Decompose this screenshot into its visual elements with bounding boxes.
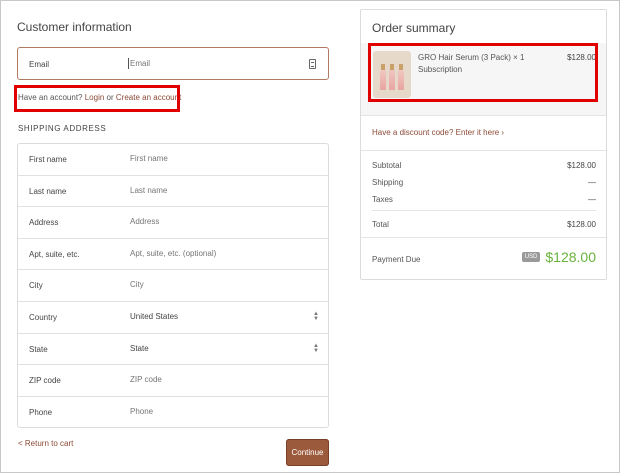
zip-label: ZIP code (29, 376, 61, 386)
payment-due-row: Payment Due USD $128.00 (372, 249, 596, 265)
subtotal-value: $128.00 (567, 161, 596, 170)
account-highlight-box (14, 85, 180, 112)
payment-due-amount: $128.00 (545, 249, 596, 265)
apt-suite-label: Apt, suite, etc. (29, 249, 80, 259)
country-label: Country (29, 313, 58, 322)
shipping-label: Shipping (372, 178, 404, 187)
state-value: State (130, 343, 149, 353)
divider (361, 115, 606, 116)
select-updown-icon: ▲ ▼ (313, 342, 319, 354)
state-label: State (29, 344, 48, 354)
subtotal-label: Subtotal (372, 161, 402, 170)
discount-code-link[interactable]: Have a discount code? Enter it here › (372, 128, 504, 137)
total-row: Total $128.00 (372, 220, 596, 229)
phone-label: Phone (29, 407, 53, 417)
address-row[interactable]: Address (18, 207, 328, 239)
city-input[interactable] (130, 280, 300, 290)
apt-suite-row[interactable]: Apt, suite, etc. (18, 239, 328, 271)
payment-due-label: Payment Due (372, 255, 421, 264)
last-name-label: Last name (29, 186, 67, 196)
taxes-value: — (588, 195, 596, 204)
taxes-row: Taxes — (372, 195, 596, 204)
email-field[interactable]: Email (17, 47, 329, 80)
country-value: United States (130, 312, 179, 321)
shipping-row: Shipping — (372, 178, 596, 187)
country-select[interactable]: Country United States ▲ ▼ (18, 302, 328, 334)
total-label: Total (372, 220, 389, 229)
zip-row[interactable]: ZIP code (18, 365, 328, 397)
customer-info-title: Customer information (17, 20, 132, 34)
chevron-right-icon: › (501, 128, 505, 137)
contact-card-icon (309, 59, 316, 69)
continue-button[interactable]: Continue (286, 439, 329, 466)
phone-row[interactable]: Phone (18, 397, 328, 429)
shipping-address-title: SHIPPING ADDRESS (18, 124, 107, 133)
shipping-form: First name Last name Address Apt, suite,… (17, 143, 329, 428)
last-name-input[interactable] (130, 185, 300, 195)
select-updown-icon: ▲ ▼ (313, 311, 319, 322)
taxes-label: Taxes (372, 195, 393, 204)
divider (372, 210, 596, 211)
order-summary-title: Order summary (372, 21, 456, 35)
phone-input[interactable] (130, 406, 300, 416)
first-name-label: First name (29, 155, 67, 164)
email-label: Email (29, 60, 50, 69)
state-select[interactable]: State State ▲ ▼ (18, 334, 328, 366)
city-row[interactable]: City (18, 270, 328, 302)
zip-input[interactable] (130, 375, 300, 385)
divider (361, 237, 606, 238)
last-name-row[interactable]: Last name (18, 176, 328, 208)
address-label: Address (29, 218, 59, 228)
first-name-row[interactable]: First name (18, 144, 328, 176)
return-to-cart-link[interactable]: < Return to cart (18, 439, 73, 448)
apt-suite-input[interactable] (130, 248, 300, 258)
text-caret (128, 58, 129, 69)
first-name-input[interactable] (130, 154, 300, 163)
discount-label: Have a discount code? Enter it here (372, 128, 500, 137)
city-label: City (29, 281, 43, 291)
shipping-value: — (588, 178, 596, 187)
product-highlight-box (368, 43, 598, 102)
divider (361, 150, 606, 151)
total-value: $128.00 (567, 220, 596, 229)
subtotal-row: Subtotal $128.00 (372, 161, 596, 170)
currency-badge: USD (521, 252, 541, 262)
email-input[interactable] (130, 59, 300, 68)
address-input[interactable] (130, 217, 300, 227)
